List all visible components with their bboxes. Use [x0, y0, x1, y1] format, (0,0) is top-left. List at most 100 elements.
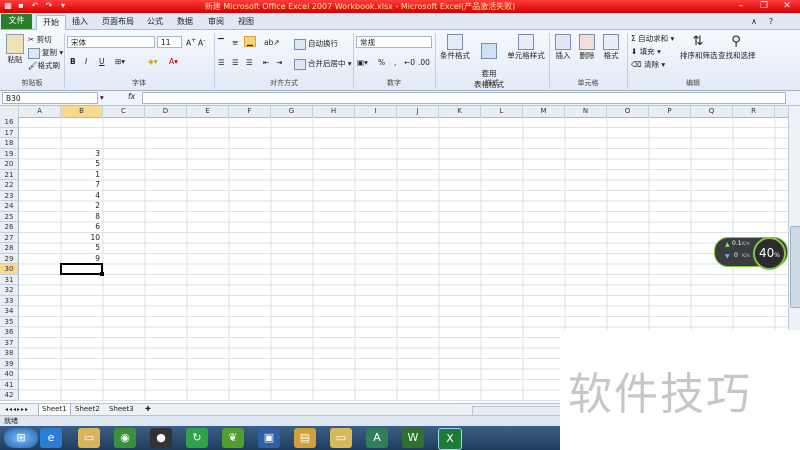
tab-insert[interactable]: 插入: [67, 15, 93, 29]
formula-input[interactable]: [142, 92, 786, 104]
row-header-33[interactable]: 33: [0, 295, 19, 306]
leaf-app-icon[interactable]: ❦: [222, 428, 244, 448]
bold-button[interactable]: B: [70, 57, 76, 66]
column-header-j[interactable]: J: [397, 106, 439, 117]
excel-taskbar-icon[interactable]: X: [438, 428, 462, 450]
row-header-35[interactable]: 35: [0, 316, 19, 327]
decrease-indent-icon[interactable]: ⇤: [263, 58, 269, 67]
clear-button[interactable]: ⌫ 清除 ▾: [631, 59, 665, 70]
wrap-text-button[interactable]: 自动换行: [294, 38, 338, 50]
decrease-decimal-icon[interactable]: .00: [418, 58, 430, 67]
align-top-icon[interactable]: ▔: [218, 38, 224, 47]
namebox-dropdown-icon[interactable]: ▾: [100, 93, 104, 102]
currency-icon[interactable]: ▣▾: [357, 58, 368, 67]
row-header-40[interactable]: 40: [0, 369, 19, 380]
row-header-24[interactable]: 24: [0, 201, 19, 212]
insert-cells-button[interactable]: 插入: [552, 34, 574, 61]
ie-icon[interactable]: e: [40, 428, 62, 448]
folder-app-icon[interactable]: ▤: [294, 428, 316, 448]
borders-icon[interactable]: ⊞▾: [115, 57, 125, 66]
cell-b23[interactable]: 4: [61, 191, 103, 202]
cell-b19[interactable]: 3: [61, 149, 103, 160]
row-header-42[interactable]: 42: [0, 390, 19, 401]
row-header-19[interactable]: 19: [0, 148, 19, 159]
tab-view[interactable]: 视图: [233, 15, 259, 29]
shrink-font-button[interactable]: A-: [198, 37, 205, 48]
word-icon[interactable]: W: [402, 428, 424, 448]
fill-color-icon[interactable]: ◈▾: [148, 57, 158, 66]
align-bottom-icon[interactable]: ▁: [244, 36, 256, 47]
cell-b22[interactable]: 7: [61, 180, 103, 191]
column-header-l[interactable]: L: [481, 106, 523, 117]
column-header-o[interactable]: O: [607, 106, 649, 117]
cell-b26[interactable]: 6: [61, 222, 103, 233]
text-editor-icon[interactable]: A: [366, 428, 388, 448]
row-header-23[interactable]: 23: [0, 190, 19, 201]
fill-button[interactable]: ⬇ 填充 ▾: [631, 46, 661, 57]
row-header-17[interactable]: 17: [0, 127, 19, 138]
column-header-h[interactable]: H: [313, 106, 355, 117]
font-color-icon[interactable]: A▾: [169, 57, 178, 66]
cell-b20[interactable]: 5: [61, 159, 103, 170]
align-left-icon[interactable]: ☰: [218, 58, 225, 67]
name-box[interactable]: B30: [2, 92, 98, 104]
delete-cells-button[interactable]: 删除: [576, 34, 598, 61]
percent-button[interactable]: %: [378, 58, 385, 67]
row-header-16[interactable]: 16: [0, 117, 19, 128]
minimize-button[interactable]: –: [730, 1, 752, 12]
sheet-nav-arrows-icon[interactable]: ◂◂◂▸▸▸: [2, 404, 32, 415]
row-header-37[interactable]: 37: [0, 337, 19, 348]
column-header-m[interactable]: M: [523, 106, 565, 117]
paste-button[interactable]: 粘贴: [4, 34, 26, 65]
column-header-r[interactable]: R: [733, 106, 775, 117]
column-header-c[interactable]: C: [103, 106, 145, 117]
insert-function-button[interactable]: fx: [128, 92, 135, 101]
restore-button[interactable]: ❐: [753, 1, 775, 12]
row-header-27[interactable]: 27: [0, 232, 19, 243]
minimize-ribbon-icon[interactable]: ∧: [748, 15, 760, 29]
row-header-25[interactable]: 25: [0, 211, 19, 222]
explorer-icon[interactable]: ▭: [78, 428, 100, 448]
update-icon[interactable]: ↻: [186, 428, 208, 448]
row-header-18[interactable]: 18: [0, 138, 19, 149]
align-middle-icon[interactable]: ≡: [232, 38, 238, 47]
underline-button[interactable]: U: [99, 57, 105, 66]
column-header-f[interactable]: F: [229, 106, 271, 117]
grow-font-button[interactable]: A+: [186, 37, 196, 48]
cell-b28[interactable]: 5: [61, 243, 103, 254]
align-center-icon[interactable]: ☰: [232, 58, 239, 67]
column-header-n[interactable]: N: [565, 106, 607, 117]
column-header-q[interactable]: Q: [691, 106, 733, 117]
cell-b25[interactable]: 8: [61, 212, 103, 223]
column-header-k[interactable]: K: [439, 106, 481, 117]
format-cells-button[interactable]: 格式: [600, 34, 622, 61]
row-header-21[interactable]: 21: [0, 169, 19, 180]
virtualbox-icon[interactable]: ▣: [258, 428, 280, 448]
copy-button[interactable]: 复制 ▾: [28, 47, 63, 59]
row-header-26[interactable]: 26: [0, 222, 19, 233]
cell-b21[interactable]: 1: [61, 170, 103, 181]
tab-review[interactable]: 审阅: [203, 15, 229, 29]
comma-button[interactable]: ,: [394, 58, 396, 67]
active-cell-selection[interactable]: [60, 263, 103, 275]
cell-b24[interactable]: 2: [61, 201, 103, 212]
select-all-corner[interactable]: [0, 106, 19, 117]
column-header-p[interactable]: P: [649, 106, 691, 117]
sort-filter-button[interactable]: ⇅ 排序和筛选: [680, 34, 718, 61]
format-painter-button[interactable]: 🖌格式刷: [28, 60, 60, 71]
orientation-icon[interactable]: ab↗: [264, 38, 280, 47]
row-header-39[interactable]: 39: [0, 358, 19, 369]
start-button[interactable]: ⊞: [4, 428, 38, 448]
cell-styles-button[interactable]: 单元格样式: [506, 34, 546, 61]
row-header-32[interactable]: 32: [0, 285, 19, 296]
cell-b27[interactable]: 10: [61, 233, 103, 244]
row-header-36[interactable]: 36: [0, 327, 19, 338]
row-header-41[interactable]: 41: [0, 379, 19, 390]
conditional-format-button[interactable]: 条件格式: [438, 34, 472, 61]
column-header-b[interactable]: B: [61, 106, 103, 117]
row-header-20[interactable]: 20: [0, 159, 19, 170]
row-header-28[interactable]: 28: [0, 243, 19, 254]
italic-button[interactable]: I: [85, 57, 87, 66]
chrome-icon[interactable]: ◉: [114, 428, 136, 448]
increase-decimal-icon[interactable]: ←0: [404, 58, 415, 67]
